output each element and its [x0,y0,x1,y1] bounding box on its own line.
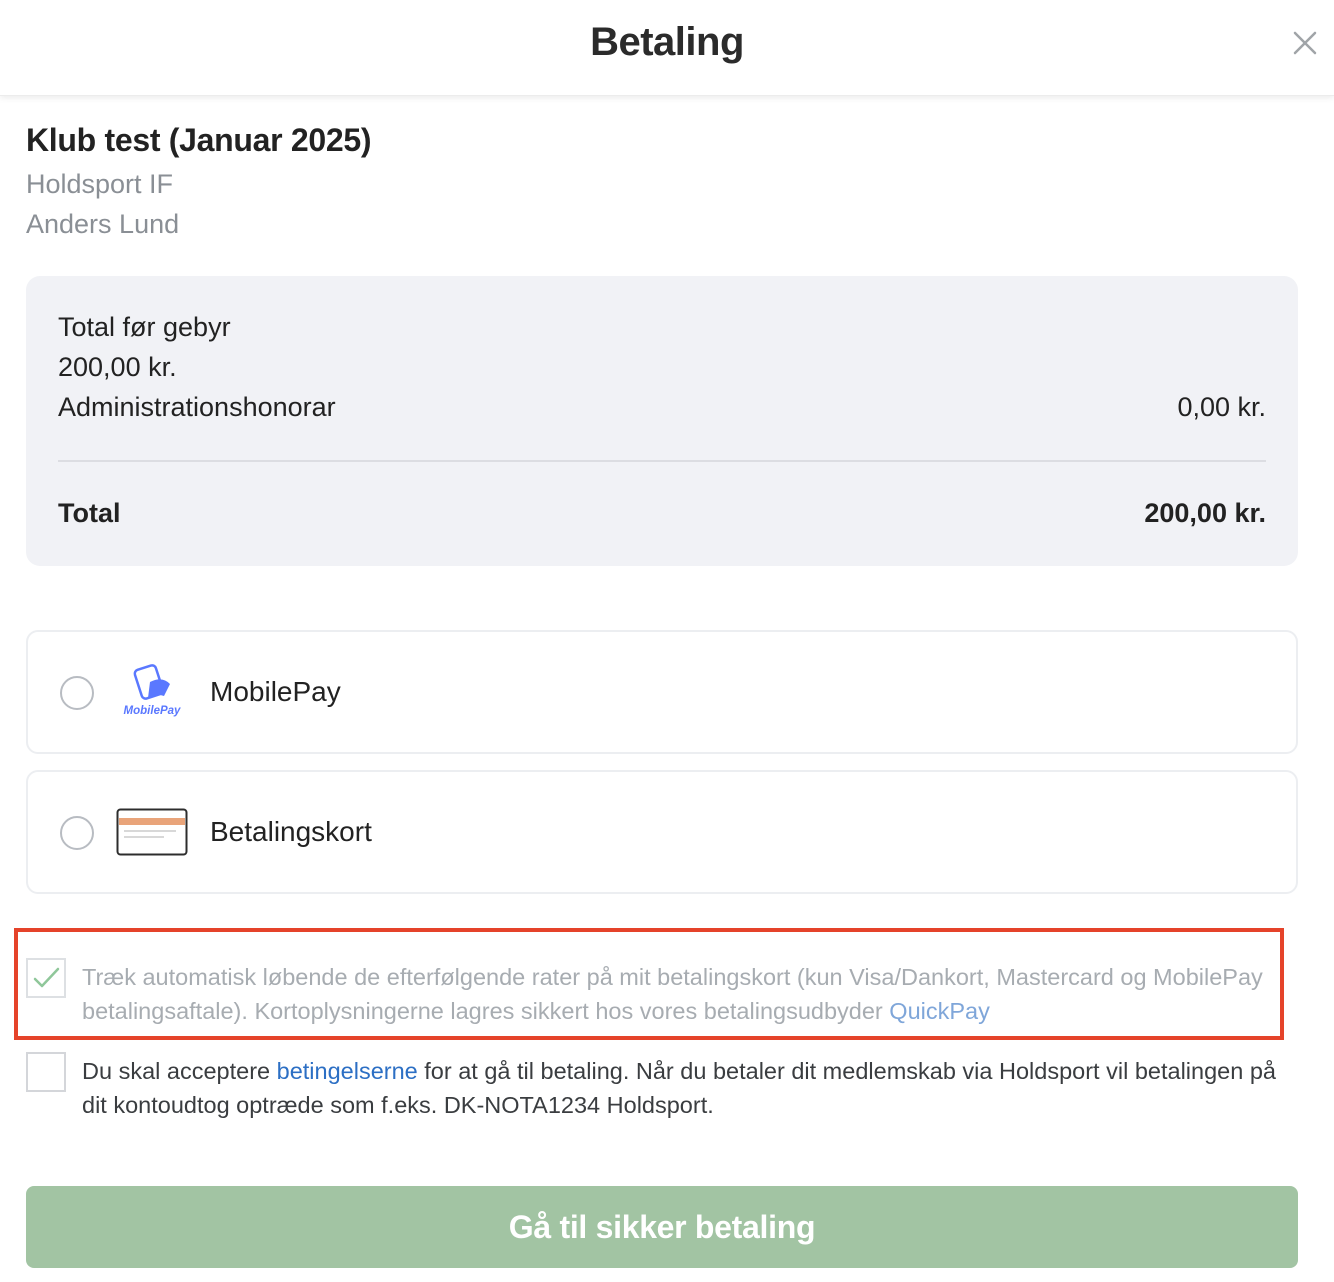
member-name: Anders Lund [26,209,180,239]
fee-value: 0,00 kr. [1177,392,1266,422]
payment-option-card[interactable]: Betalingskort [26,770,1298,894]
price-summary: Total før gebyr 200,00 kr. Administratio… [26,276,1298,566]
secure-payment-button[interactable]: Gå til sikker betaling [26,1186,1298,1268]
fee-label: Administrationshonorar [58,392,336,422]
mobilepay-label: MobilePay [210,676,341,707]
svg-text:MobilePay: MobilePay [124,705,181,717]
membership-title: Klub test (Januar 2025) [26,122,372,158]
close-icon[interactable] [1288,26,1322,60]
organization-name: Holdsport IF [26,169,174,199]
summary-divider [58,460,1266,462]
modal-title: Betaling [590,20,744,64]
terms-link[interactable]: betingelserne [277,1058,418,1084]
payment-option-mobilepay[interactable]: MobilePay MobilePay [26,630,1298,754]
modal-header: Betaling [0,0,1334,96]
card-label: Betalingskort [210,816,372,847]
auto-charge-text: Træk automatisk løbende de efterfølgende… [82,964,1263,1024]
mobilepay-radio[interactable] [60,676,94,710]
terms-checkbox[interactable] [26,1052,66,1092]
quickpay-link[interactable]: QuickPay [889,998,990,1024]
credit-card-icon [116,808,188,856]
total-label: Total [58,498,121,528]
total-value: 200,00 kr. [1144,498,1266,528]
mobilepay-logo-icon: MobilePay [116,662,188,722]
subtotal-value: 200,00 kr. [58,352,177,382]
auto-charge-checkbox[interactable] [26,958,66,998]
subtotal-label: Total før gebyr [58,312,231,342]
terms-text: Du skal acceptere betingelserne for at g… [82,1058,1276,1118]
card-radio[interactable] [60,816,94,850]
